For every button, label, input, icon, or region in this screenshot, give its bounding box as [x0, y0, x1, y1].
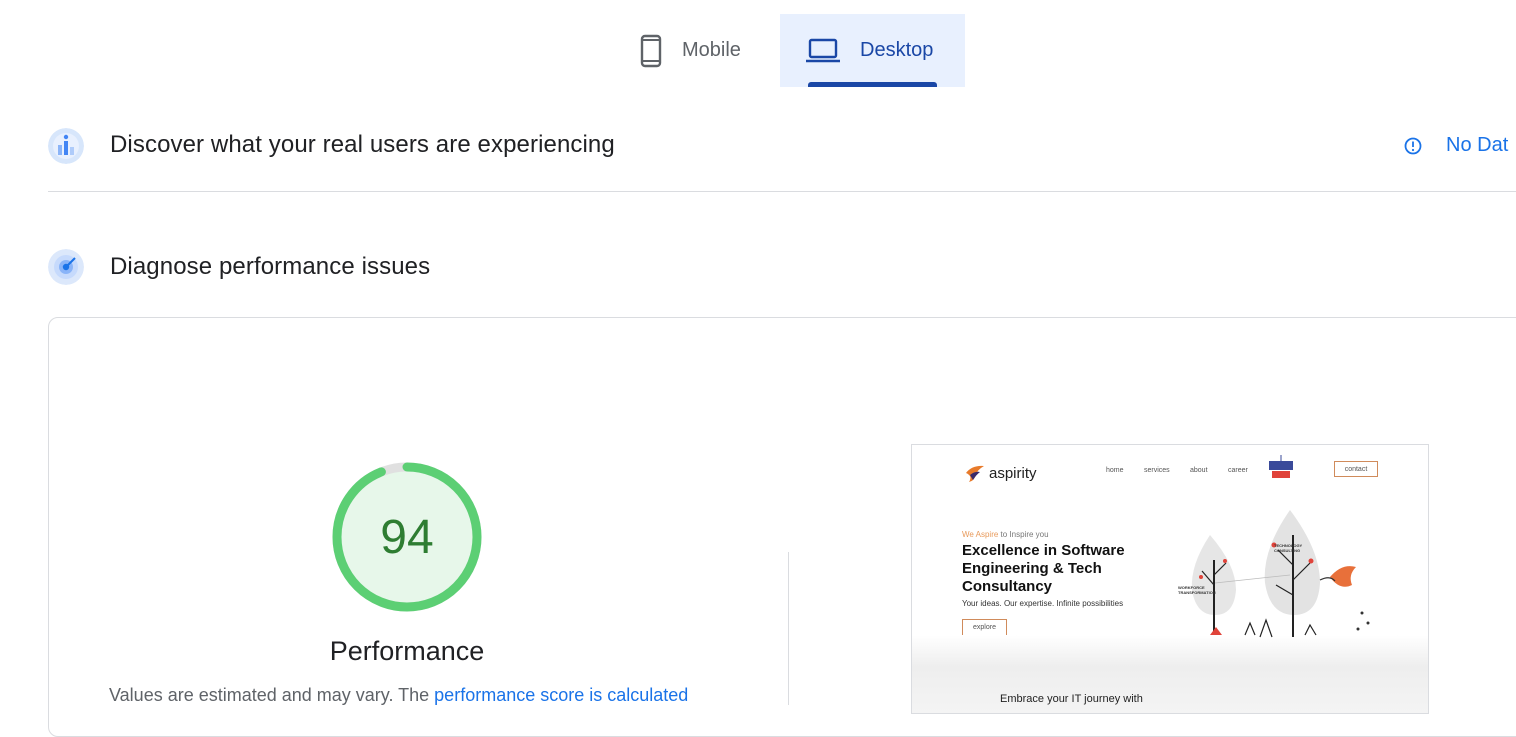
no-data-status[interactable]: No Dat: [1404, 134, 1508, 157]
performance-note-text: Values are estimated and may vary. The: [109, 685, 435, 705]
performance-score: 94: [380, 510, 434, 564]
screenshot-tagline: We Aspire to Inspire you: [962, 530, 1049, 539]
screenshot-label-workforce: WORKFORCE TRANSFORMATION: [1178, 585, 1216, 595]
tab-mobile[interactable]: Mobile: [622, 14, 780, 87]
no-data-label: No Dat: [1446, 134, 1509, 156]
info-icon: [1404, 137, 1422, 154]
lighthouse-diagnose-icon: [48, 249, 84, 285]
tab-desktop[interactable]: Desktop: [780, 14, 965, 87]
tab-desktop-label: Desktop: [860, 39, 934, 61]
award-badge-icon: [1269, 455, 1293, 478]
screenshot-wave-background: [912, 635, 1428, 713]
page-screenshot: aspirity home services about career cont…: [911, 444, 1429, 714]
section-divider: [48, 191, 1516, 192]
active-tab-indicator: [808, 82, 937, 87]
screenshot-label-technology: TECHNOLOGY CONSULTING: [1274, 543, 1303, 553]
tagline-accent: We Aspire: [962, 530, 999, 539]
lab-data-title: Diagnose performance issues: [110, 253, 431, 280]
performance-note: Values are estimated and may vary. The p…: [109, 685, 688, 706]
screenshot-nav-career: career: [1228, 467, 1248, 474]
performance-label: Performance: [329, 636, 485, 666]
tab-mobile-label: Mobile: [682, 39, 741, 61]
field-data-title: Discover what your real users are experi…: [110, 131, 615, 158]
phone-icon: [640, 34, 662, 67]
tagline-rest: to Inspire you: [998, 530, 1049, 539]
performance-score-link[interactable]: performance score is calculated: [434, 685, 688, 705]
screenshot-logo: aspirity: [964, 463, 1037, 483]
screenshot-headline: Excellence in Software Engineering & Tec…: [962, 542, 1125, 595]
vertical-separator: [788, 552, 789, 705]
crux-users-icon: [48, 128, 84, 164]
screenshot-brand: aspirity: [989, 464, 1037, 482]
screenshot-subline: Your ideas. Our expertise. Infinite poss…: [962, 599, 1124, 608]
screenshot-footer-text: Embrace your IT journey with: [1000, 693, 1143, 705]
tree-illustration: [1191, 510, 1370, 638]
screenshot-contact-button: contact: [1334, 461, 1378, 477]
screenshot-nav-about: about: [1190, 467, 1208, 474]
screenshot-nav-services: services: [1144, 467, 1170, 474]
bird-logo-icon: [966, 465, 984, 482]
screenshot-explore-button: explore: [962, 619, 1007, 636]
laptop-icon: [806, 38, 840, 62]
screenshot-nav-home: home: [1106, 467, 1124, 474]
